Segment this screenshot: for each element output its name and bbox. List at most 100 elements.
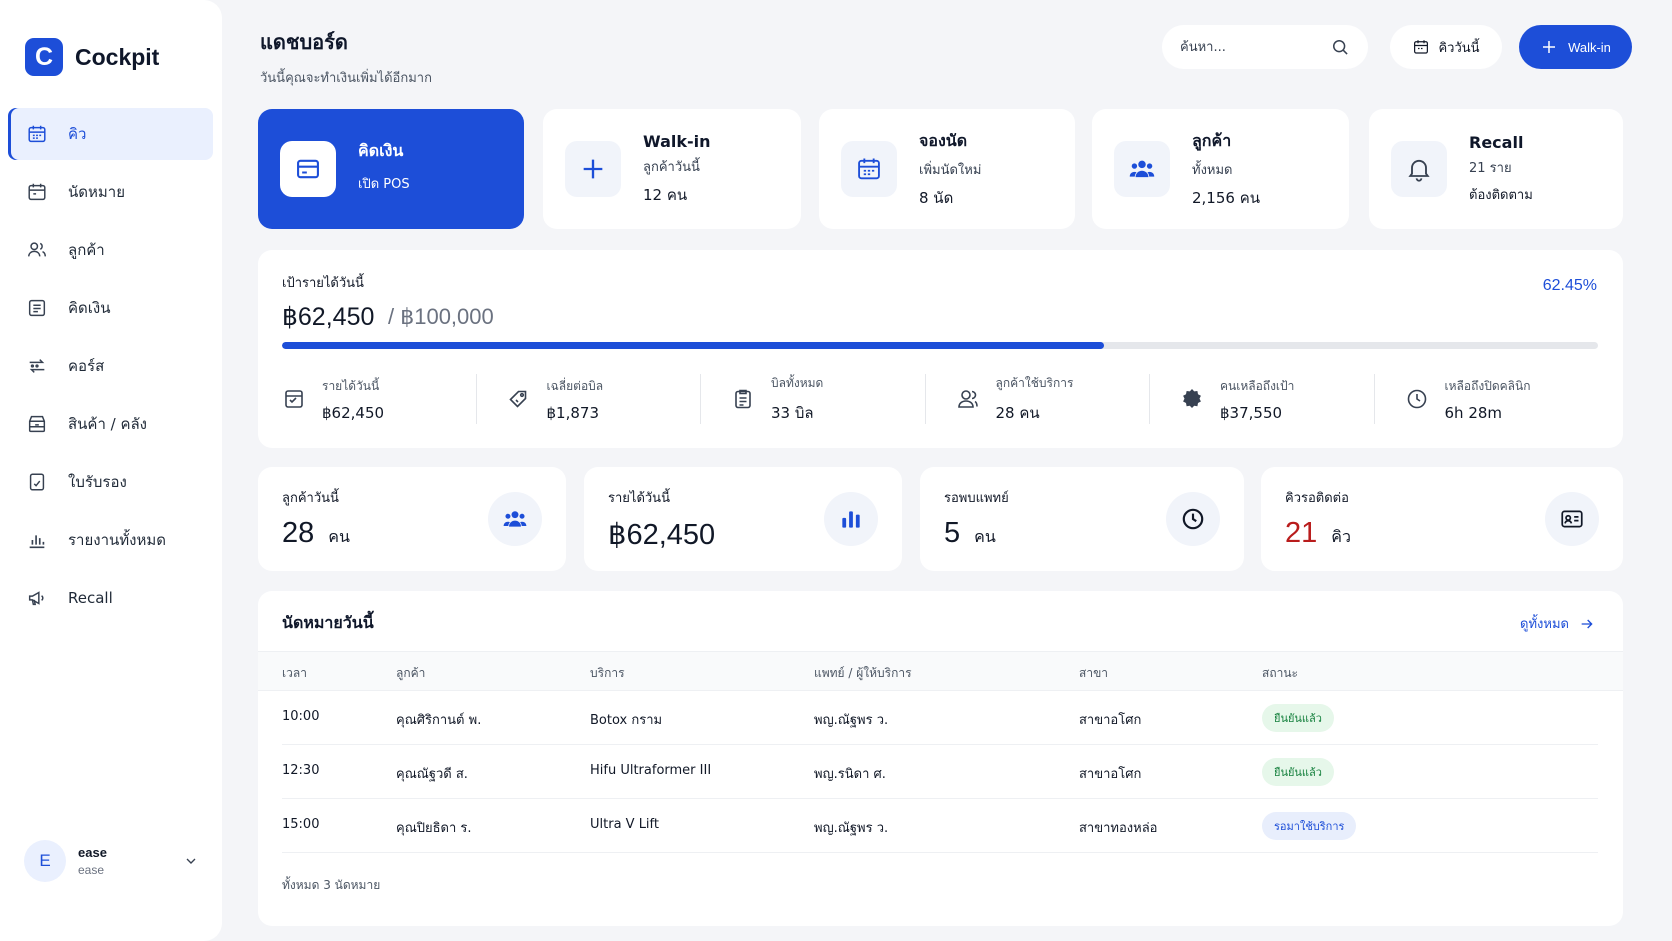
column-header: สาขา: [1079, 666, 1109, 680]
sidebar-item-billing[interactable]: คิดเงิน: [8, 282, 213, 334]
appointments-total: ทั้งหมด 3 นัดหมาย: [282, 878, 381, 892]
action-subtitle: เปิด POS: [358, 176, 410, 192]
action-title: Walk-in: [643, 131, 711, 151]
calendar-icon: [28, 125, 46, 143]
stat-label: เฉลี่ยต่อบิล: [546, 378, 604, 393]
table-row[interactable]: 10:00 คุณศิริกานต์ พ. Botox กราม พญ.ณัฐพ…: [282, 691, 1598, 745]
table-row[interactable]: 12:30 คุณณัฐวดี ส. Hifu Ultraformer III …: [282, 745, 1598, 799]
action-title: Recall: [1469, 133, 1524, 152]
stat-label: คนเหลือถึงเป้า: [1220, 378, 1295, 393]
status-badge: ยืนยันแล้ว: [1262, 704, 1334, 732]
pos-action-card[interactable]: คิดเงิน เปิด POS: [258, 109, 524, 229]
user-menu[interactable]: E ease ease: [24, 838, 199, 884]
sidebar-item-label: คิว: [68, 125, 87, 143]
cell-doctor: พญ.ณัฐพร ว.: [814, 821, 889, 836]
recall-action-card[interactable]: Recall 21 ราย ต้องติดตาม: [1369, 109, 1623, 229]
view-all-label: ดูทั้งหมด: [1520, 617, 1569, 632]
stat-revenue: รายได้วันนี้฿62,450: [282, 374, 477, 424]
user-role: ease: [78, 863, 105, 877]
cell-doctor: พญ.ณัฐพร ว.: [814, 713, 889, 728]
metric-revenue-today[interactable]: รายได้วันนี้ ฿62,450: [584, 467, 902, 571]
metric-contact-queue[interactable]: คิวรอติดต่อ 21 คิว: [1261, 467, 1623, 571]
sidebar-item-queue[interactable]: คิว: [8, 108, 213, 160]
action-subtitle: ลูกค้าวันนี้: [643, 159, 700, 175]
appointments-title: นัดหมายวันนี้: [282, 613, 374, 632]
metric-value: 21: [1285, 517, 1318, 549]
brand-logo[interactable]: C Cockpit: [25, 38, 159, 76]
cell-service: Botox กราม: [590, 713, 663, 728]
walk-in-button[interactable]: Walk-in: [1519, 25, 1632, 69]
sidebar-item-appointments[interactable]: นัดหมาย: [8, 166, 213, 218]
sidebar-item-recall[interactable]: Recall: [8, 572, 213, 624]
certificate-icon: [29, 473, 45, 491]
calendar-icon: [1414, 40, 1429, 54]
table-row[interactable]: 15:00 คุณปิยธิดา ร. Ultra V Lift พญ.ณัฐพ…: [282, 799, 1598, 853]
stat-label: เหลือถึงปิดคลินิก: [1444, 378, 1531, 393]
view-all-link[interactable]: ดูทั้งหมด: [1520, 613, 1595, 634]
bell-icon: [1408, 159, 1430, 182]
calendar-icon: [858, 158, 880, 180]
bar-chart-icon: [842, 511, 860, 528]
revenue-target-card: เป้ารายได้วันนี้ ฿62,450 / ฿100,000 62.4…: [258, 250, 1623, 448]
stat-label: ลูกค้าใช้บริการ: [995, 375, 1074, 390]
action-value: 2,156 คน: [1192, 188, 1260, 207]
page-title: แดชบอร์ด: [260, 30, 348, 54]
box-icon: [28, 415, 46, 433]
sidebar-item-label: ใบรับรอง: [68, 473, 127, 491]
stat-value: ฿1,873: [546, 403, 600, 422]
customers-action-card[interactable]: ลูกค้า ทั้งหมด 2,156 คน: [1092, 109, 1349, 229]
sidebar-item-reports[interactable]: รายงานทั้งหมด: [8, 514, 213, 566]
cell-branch: สาขาทองหล่อ: [1079, 821, 1158, 836]
cell-branch: สาขาอโศก: [1079, 713, 1142, 728]
plus-icon: [1543, 41, 1556, 53]
action-subtitle: 21 ราย: [1469, 161, 1512, 176]
stat-label: บิลทั้งหมด: [771, 375, 824, 390]
metric-unit: คิว: [1331, 527, 1351, 546]
stat-label: รายได้วันนี้: [322, 378, 380, 393]
clipboard-icon: [735, 389, 751, 409]
booking-action-card[interactable]: จองนัด เพิ่มนัดใหม่ 8 นัด: [819, 109, 1075, 229]
receipt-icon: [28, 299, 46, 317]
search-input[interactable]: [1180, 39, 1330, 55]
target-stats: รายได้วันนี้฿62,450 เฉลี่ยต่อบิล฿1,873 บ…: [282, 374, 1598, 424]
chevron-down-icon[interactable]: [183, 853, 199, 869]
brand-name: Cockpit: [75, 43, 160, 70]
user-name: ease: [78, 845, 107, 860]
target-percent: 62.45%: [1542, 277, 1597, 294]
column-header: เวลา: [282, 666, 307, 680]
action-subtitle: ทั้งหมด: [1192, 162, 1233, 178]
action-value: 8 นัด: [919, 188, 954, 207]
walk-in-action-card[interactable]: Walk-in ลูกค้าวันนี้ 12 คน: [543, 109, 801, 229]
cell-branch: สาขาอโศก: [1079, 767, 1142, 782]
sidebar-item-inventory[interactable]: สินค้า / คลัง: [8, 398, 213, 450]
users-icon: [28, 242, 46, 257]
today-queue-button[interactable]: คิววันนี้: [1390, 25, 1502, 69]
sidebar-item-label: ลูกค้า: [68, 241, 105, 259]
sidebar-item-courses[interactable]: คอร์ส: [8, 340, 213, 392]
sidebar-item-certificates[interactable]: ใบรับรอง: [8, 456, 213, 508]
users-icon: [503, 511, 527, 527]
action-subtitle: เพิ่มนัดใหม่: [919, 162, 982, 178]
walk-in-label: Walk-in: [1568, 39, 1611, 55]
sidebar-item-label: คอร์ส: [68, 357, 105, 375]
stat-value: ฿62,450: [322, 403, 385, 422]
target-progress-fill: [282, 342, 1104, 349]
metric-value: 28: [282, 517, 315, 549]
metric-customers-today[interactable]: ลูกค้าวันนี้ 28 คน: [258, 467, 566, 571]
stat-value: 28 คน: [995, 403, 1040, 422]
cell-customer: คุณปิยธิดา ร.: [396, 821, 472, 836]
cell-service: Hifu Ultraformer III: [590, 763, 712, 778]
user-icon: [957, 390, 978, 408]
stat-value: ฿37,550: [1220, 403, 1283, 422]
stat-value: 33 บิล: [771, 403, 814, 422]
users-icon: [1129, 160, 1155, 178]
metric-waiting-doctor[interactable]: รอพบแพทย์ 5 คน: [920, 467, 1244, 571]
sidebar: C Cockpit คิว นัดหมาย ลูกค้า คิดเงิน คอร…: [0, 0, 222, 941]
table-header: เวลา ลูกค้า บริการ แพทย์ / ผู้ให้บริการ …: [258, 651, 1623, 691]
clock-icon: [1407, 389, 1426, 409]
stat-remaining: คนเหลือถึงเป้า฿37,550: [1150, 374, 1375, 424]
sidebar-item-customers[interactable]: ลูกค้า: [8, 224, 213, 276]
search-box[interactable]: [1162, 25, 1368, 69]
sidebar-item-label: สินค้า / คลัง: [68, 415, 148, 433]
search-icon[interactable]: [1330, 37, 1350, 57]
